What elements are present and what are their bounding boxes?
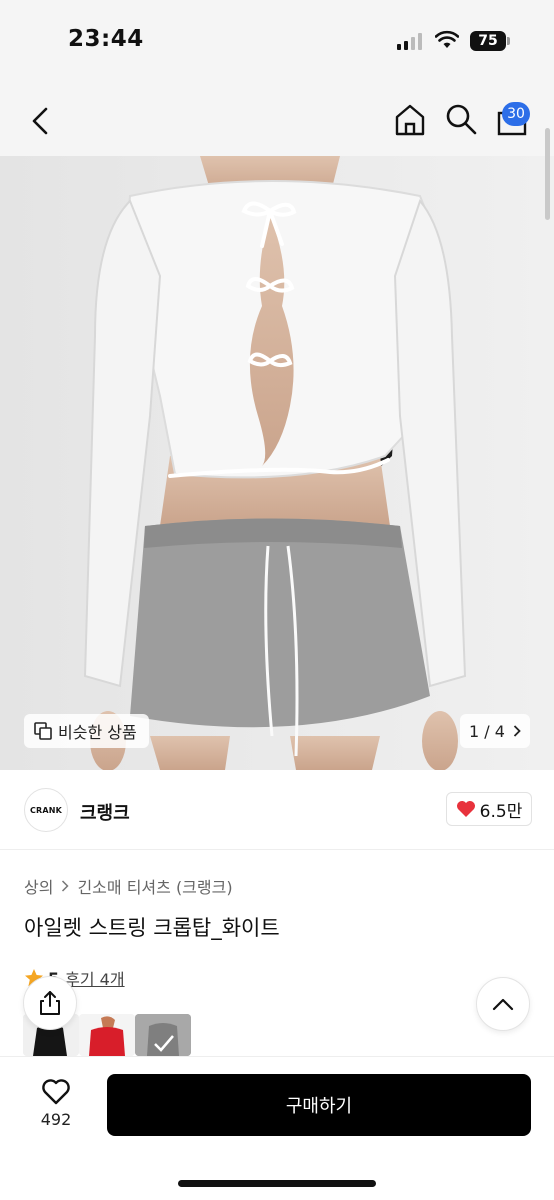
- wifi-icon: [435, 30, 459, 48]
- similar-products-label: 비슷한 상품: [58, 723, 137, 742]
- bottom-action-bar: 492 구매하기: [0, 1056, 554, 1200]
- heart-filled-icon: [456, 801, 475, 817]
- shop-row[interactable]: CRANK 크랭크 6.5만: [0, 770, 554, 850]
- nav-bar: [0, 84, 554, 156]
- similar-products-button[interactable]: 비슷한 상품: [24, 714, 149, 748]
- shop-logo[interactable]: CRANK: [24, 788, 68, 832]
- heart-outline-icon[interactable]: [41, 1077, 71, 1105]
- breadcrumb: 상의 긴소매 티셔츠 (크랭크): [24, 874, 233, 898]
- search-icon[interactable]: [444, 102, 478, 136]
- cellular-signal-icon: [397, 33, 422, 50]
- product-image[interactable]: [0, 156, 554, 770]
- shop-name[interactable]: 크랭크: [80, 799, 130, 825]
- scroll-to-top-button[interactable]: [476, 977, 530, 1031]
- thumbnail-image: [79, 1014, 135, 1056]
- battery-tip: [507, 37, 510, 45]
- product-photo: [0, 156, 554, 770]
- breadcrumb-subcategory[interactable]: 긴소매 티셔츠 (크랭크): [77, 874, 232, 898]
- battery-indicator: 75: [470, 31, 506, 51]
- status-bar: 23:44 75: [0, 0, 554, 84]
- thumbnail-image: [135, 1014, 191, 1056]
- image-page-indicator[interactable]: 1 / 4: [460, 714, 530, 748]
- wishlist-count: 492: [40, 1110, 72, 1129]
- chevron-up-icon: [492, 998, 514, 1011]
- chevron-right-icon: [513, 725, 521, 737]
- breadcrumb-category[interactable]: 상의: [24, 874, 53, 898]
- color-thumbnail-grey[interactable]: [135, 1014, 191, 1056]
- scroll-indicator[interactable]: [545, 128, 550, 220]
- product-title: 아일렛 스트링 크롭탑_화이트: [24, 916, 280, 940]
- shop-like-button[interactable]: 6.5만: [446, 792, 532, 826]
- color-thumbnail-red[interactable]: [79, 1014, 135, 1056]
- share-icon: [40, 991, 60, 1015]
- chevron-right-icon: [62, 880, 70, 892]
- share-button[interactable]: [23, 976, 77, 1030]
- status-time: 23:44: [68, 26, 144, 52]
- home-icon[interactable]: [392, 102, 428, 138]
- copy-icon: [34, 722, 52, 740]
- home-indicator: [178, 1180, 376, 1187]
- back-arrow-icon[interactable]: [24, 102, 58, 140]
- shop-like-count: 6.5만: [479, 801, 523, 822]
- buy-button[interactable]: 구매하기: [107, 1074, 531, 1136]
- page-indicator-text: 1 / 4: [469, 721, 505, 741]
- review-count-link[interactable]: 후기 4개: [65, 966, 124, 990]
- cart-count-badge: 30: [502, 102, 530, 126]
